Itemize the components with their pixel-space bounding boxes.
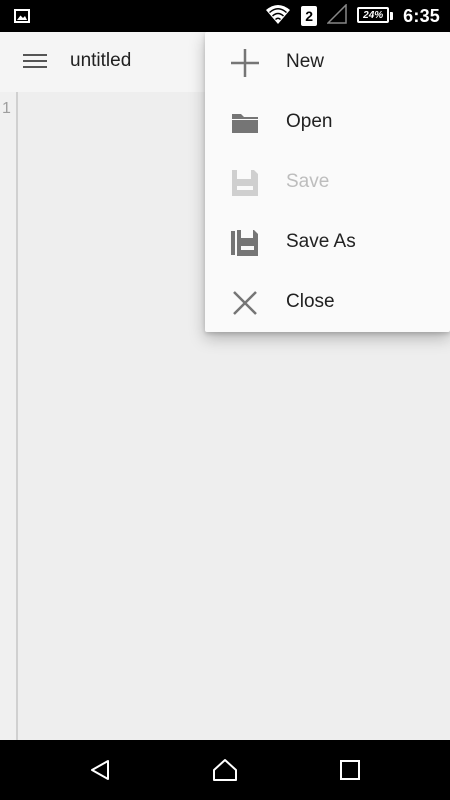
status-time: 6:35	[403, 5, 440, 26]
line-number-gutter	[0, 92, 18, 740]
hamburger-menu-icon[interactable]	[12, 38, 58, 84]
recents-icon[interactable]	[332, 752, 368, 788]
save-icon	[229, 167, 261, 199]
menu-item-open[interactable]: Open	[205, 92, 450, 152]
wifi-icon	[265, 3, 291, 30]
home-icon[interactable]	[207, 752, 243, 788]
status-bar: 2 24% 6:35	[0, 0, 450, 32]
image-notification-icon	[14, 8, 30, 24]
page-title: untitled	[70, 50, 132, 71]
menu-item-label: Close	[286, 291, 335, 312]
save-as-icon	[229, 227, 261, 259]
plus-icon	[229, 47, 261, 79]
folder-icon	[229, 107, 261, 139]
signal-icon	[326, 2, 347, 29]
menu-item-label: New	[286, 51, 325, 72]
back-icon[interactable]	[82, 752, 118, 788]
sim-icon: 2	[301, 6, 318, 26]
menu-item-save[interactable]: Save	[205, 152, 450, 212]
menu-item-close[interactable]: Close	[205, 272, 450, 332]
app-root: 2 24% 6:35 untitled 1 New Open Save Save…	[0, 0, 450, 800]
battery-percent: 24%	[363, 9, 384, 21]
line-number: 1	[2, 100, 11, 117]
battery-icon: 24%	[357, 7, 394, 25]
navigation-bar	[0, 740, 450, 800]
close-icon	[229, 287, 261, 319]
file-menu: New Open Save Save As Close	[205, 32, 450, 332]
menu-item-label: Open	[286, 111, 333, 132]
menu-item-new[interactable]: New	[205, 32, 450, 92]
menu-item-label: Save	[286, 171, 330, 192]
menu-item-save-as[interactable]: Save As	[205, 212, 450, 272]
menu-item-label: Save As	[286, 231, 356, 252]
